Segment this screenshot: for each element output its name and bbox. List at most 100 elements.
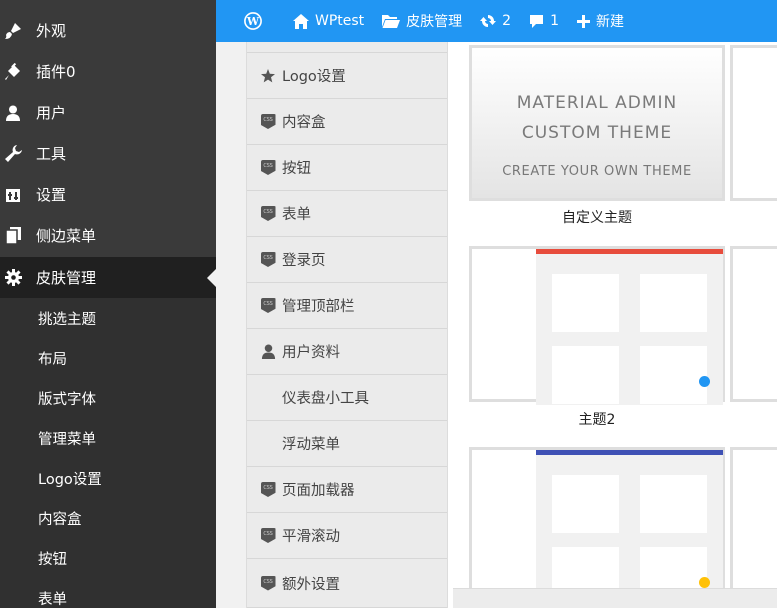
sidebar-item-settings[interactable]: 设置 bbox=[0, 174, 216, 215]
submenu-item[interactable]: 版式字体 bbox=[38, 378, 96, 418]
nav-item-login-page[interactable]: CSS 登录页 bbox=[247, 236, 447, 282]
sidebar-item-skin-manager[interactable]: 皮肤管理 bbox=[0, 257, 216, 298]
nav-item-label: 平滑滚动 bbox=[282, 529, 340, 545]
skin-manager-label: 皮肤管理 bbox=[406, 14, 463, 30]
star-icon bbox=[258, 68, 278, 83]
submenu-item[interactable]: 内容盒 bbox=[38, 498, 82, 538]
nav-item-floating-menu[interactable]: 浮动菜单 bbox=[247, 420, 447, 466]
horizontal-scrollbar[interactable] bbox=[453, 588, 777, 608]
brush-icon bbox=[2, 22, 24, 40]
svg-text:W: W bbox=[246, 15, 260, 28]
preview-box bbox=[552, 475, 619, 533]
sidebar-item-label: 外观 bbox=[36, 22, 67, 40]
new-content-link[interactable]: 新建 bbox=[568, 0, 633, 42]
nav-item-label: 内容盒 bbox=[282, 115, 326, 131]
sidebar-item-users[interactable]: 用户 bbox=[0, 92, 216, 133]
theme-card-custom[interactable]: MATERIAL ADMIN CUSTOM THEME CREATE YOUR … bbox=[469, 45, 725, 201]
nav-item-smooth-scroll[interactable]: CSS 平滑滚动 bbox=[247, 512, 447, 558]
updates-link[interactable]: 2 bbox=[471, 0, 520, 42]
nav-item-label: 按钮 bbox=[282, 161, 311, 177]
css-icon: CSS bbox=[258, 160, 278, 175]
admin-top-bar: W WPtest 皮肤管理 2 1 新建 bbox=[216, 0, 777, 42]
css-icon: CSS bbox=[258, 298, 278, 313]
nav-item-label: 登录页 bbox=[282, 253, 326, 269]
nav-item-content-box[interactable]: CSS 内容盒 bbox=[247, 98, 447, 144]
css-badge: CSS bbox=[260, 160, 276, 175]
wrench-icon bbox=[2, 145, 24, 162]
comments-link[interactable]: 1 bbox=[520, 0, 568, 42]
admin-sidebar: 外观 插件0 用户 工具 设置 侧边菜单 皮肤管理 挑选主题 布局 版式字体 管… bbox=[0, 0, 216, 608]
css-badge: CSS bbox=[260, 252, 276, 267]
theme-gallery: MATERIAL ADMIN CUSTOM THEME CREATE YOUR … bbox=[448, 42, 777, 608]
submenu-item[interactable]: Logo设置 bbox=[38, 458, 102, 498]
sidebar-item-tools[interactable]: 工具 bbox=[0, 133, 216, 174]
wordpress-logo-button[interactable]: W bbox=[216, 0, 284, 42]
folder-open-icon bbox=[382, 15, 401, 28]
comment-icon bbox=[530, 14, 544, 28]
theme-preview bbox=[536, 450, 723, 606]
theme-card-partial[interactable] bbox=[730, 246, 777, 402]
submenu-item[interactable]: 按钮 bbox=[38, 538, 67, 578]
site-name-link[interactable]: WPtest bbox=[284, 0, 373, 42]
nav-item-user-profile[interactable]: 用户资料 bbox=[247, 328, 447, 374]
theme-accent-strip bbox=[536, 450, 723, 455]
skin-manager-link[interactable]: 皮肤管理 bbox=[373, 0, 471, 42]
settings-nav: Logo设置 CSS 内容盒 CSS 按钮 CSS 表单 CSS 登录页 CSS… bbox=[246, 42, 448, 608]
nav-item-label: 管理顶部栏 bbox=[282, 299, 355, 315]
nav-item-logo-settings[interactable]: Logo设置 bbox=[247, 52, 447, 98]
preview-box bbox=[640, 274, 707, 332]
nav-item-label: 仪表盘小工具 bbox=[282, 391, 369, 407]
gear-icon bbox=[2, 269, 24, 286]
nav-item-extra-settings[interactable]: CSS 额外设置 bbox=[247, 558, 447, 608]
sidebar-item-label: 用户 bbox=[36, 104, 67, 122]
comments-count: 1 bbox=[550, 13, 560, 29]
css-badge: CSS bbox=[260, 575, 276, 591]
nav-item-forms[interactable]: CSS 表单 bbox=[247, 190, 447, 236]
nav-item-buttons[interactable]: CSS 按钮 bbox=[247, 144, 447, 190]
sidebar-item-label: 工具 bbox=[36, 145, 67, 163]
sidebar-item-side-menu[interactable]: 侧边菜单 bbox=[0, 215, 216, 256]
nav-item-page-loader[interactable]: CSS 页面加载器 bbox=[247, 466, 447, 512]
theme-accent-dot bbox=[699, 376, 710, 387]
user-icon bbox=[2, 105, 24, 121]
active-indicator-arrow bbox=[207, 269, 216, 287]
theme-card-partial[interactable] bbox=[730, 45, 777, 201]
theme-caption-custom: 自定义主题 bbox=[562, 210, 632, 226]
custom-theme-title-line2: CUSTOM THEME bbox=[521, 123, 673, 143]
css-badge: CSS bbox=[260, 528, 276, 543]
settings-icon bbox=[2, 187, 24, 203]
theme-accent-strip bbox=[536, 249, 723, 254]
theme-card-partial[interactable] bbox=[730, 447, 777, 603]
sidebar-item-plugins[interactable]: 插件0 bbox=[0, 51, 216, 92]
sidebar-item-label: 侧边菜单 bbox=[36, 227, 97, 245]
submenu-item[interactable]: 表单 bbox=[38, 578, 67, 608]
theme-preview bbox=[536, 249, 723, 405]
custom-theme-subtitle: CREATE YOUR OWN THEME bbox=[502, 164, 692, 179]
submenu-item[interactable]: 管理菜单 bbox=[38, 418, 96, 458]
sidebar-item-appearance[interactable]: 外观 bbox=[0, 10, 216, 51]
nav-item-admin-topbar[interactable]: CSS 管理顶部栏 bbox=[247, 282, 447, 328]
updates-icon bbox=[480, 15, 497, 27]
css-badge: CSS bbox=[260, 206, 276, 221]
submenu-item[interactable]: 挑选主题 bbox=[38, 298, 96, 338]
plus-icon bbox=[577, 14, 591, 28]
css-icon: CSS bbox=[258, 252, 278, 267]
css-badge: CSS bbox=[260, 114, 276, 129]
new-content-label: 新建 bbox=[596, 14, 625, 30]
skin-manager-submenu: 挑选主题 布局 版式字体 管理菜单 Logo设置 内容盒 按钮 表单 bbox=[0, 298, 216, 608]
nav-item-label: Logo设置 bbox=[282, 69, 346, 85]
css-icon: CSS bbox=[258, 114, 278, 129]
sidebar-item-label: 插件0 bbox=[36, 63, 76, 81]
site-name-label: WPtest bbox=[315, 13, 365, 29]
theme-caption-2: 主题2 bbox=[578, 412, 616, 428]
nav-item-dashboard-widgets[interactable]: 仪表盘小工具 bbox=[247, 374, 447, 420]
theme-card-3[interactable] bbox=[469, 447, 725, 606]
home-icon bbox=[293, 13, 309, 29]
theme-card-2[interactable] bbox=[469, 246, 725, 405]
user-icon bbox=[258, 344, 278, 359]
pages-icon bbox=[2, 227, 24, 244]
submenu-item[interactable]: 布局 bbox=[38, 338, 67, 378]
custom-theme-title-line1: MATERIAL ADMIN bbox=[516, 93, 678, 113]
css-badge: CSS bbox=[260, 298, 276, 313]
updates-count: 2 bbox=[502, 13, 512, 29]
